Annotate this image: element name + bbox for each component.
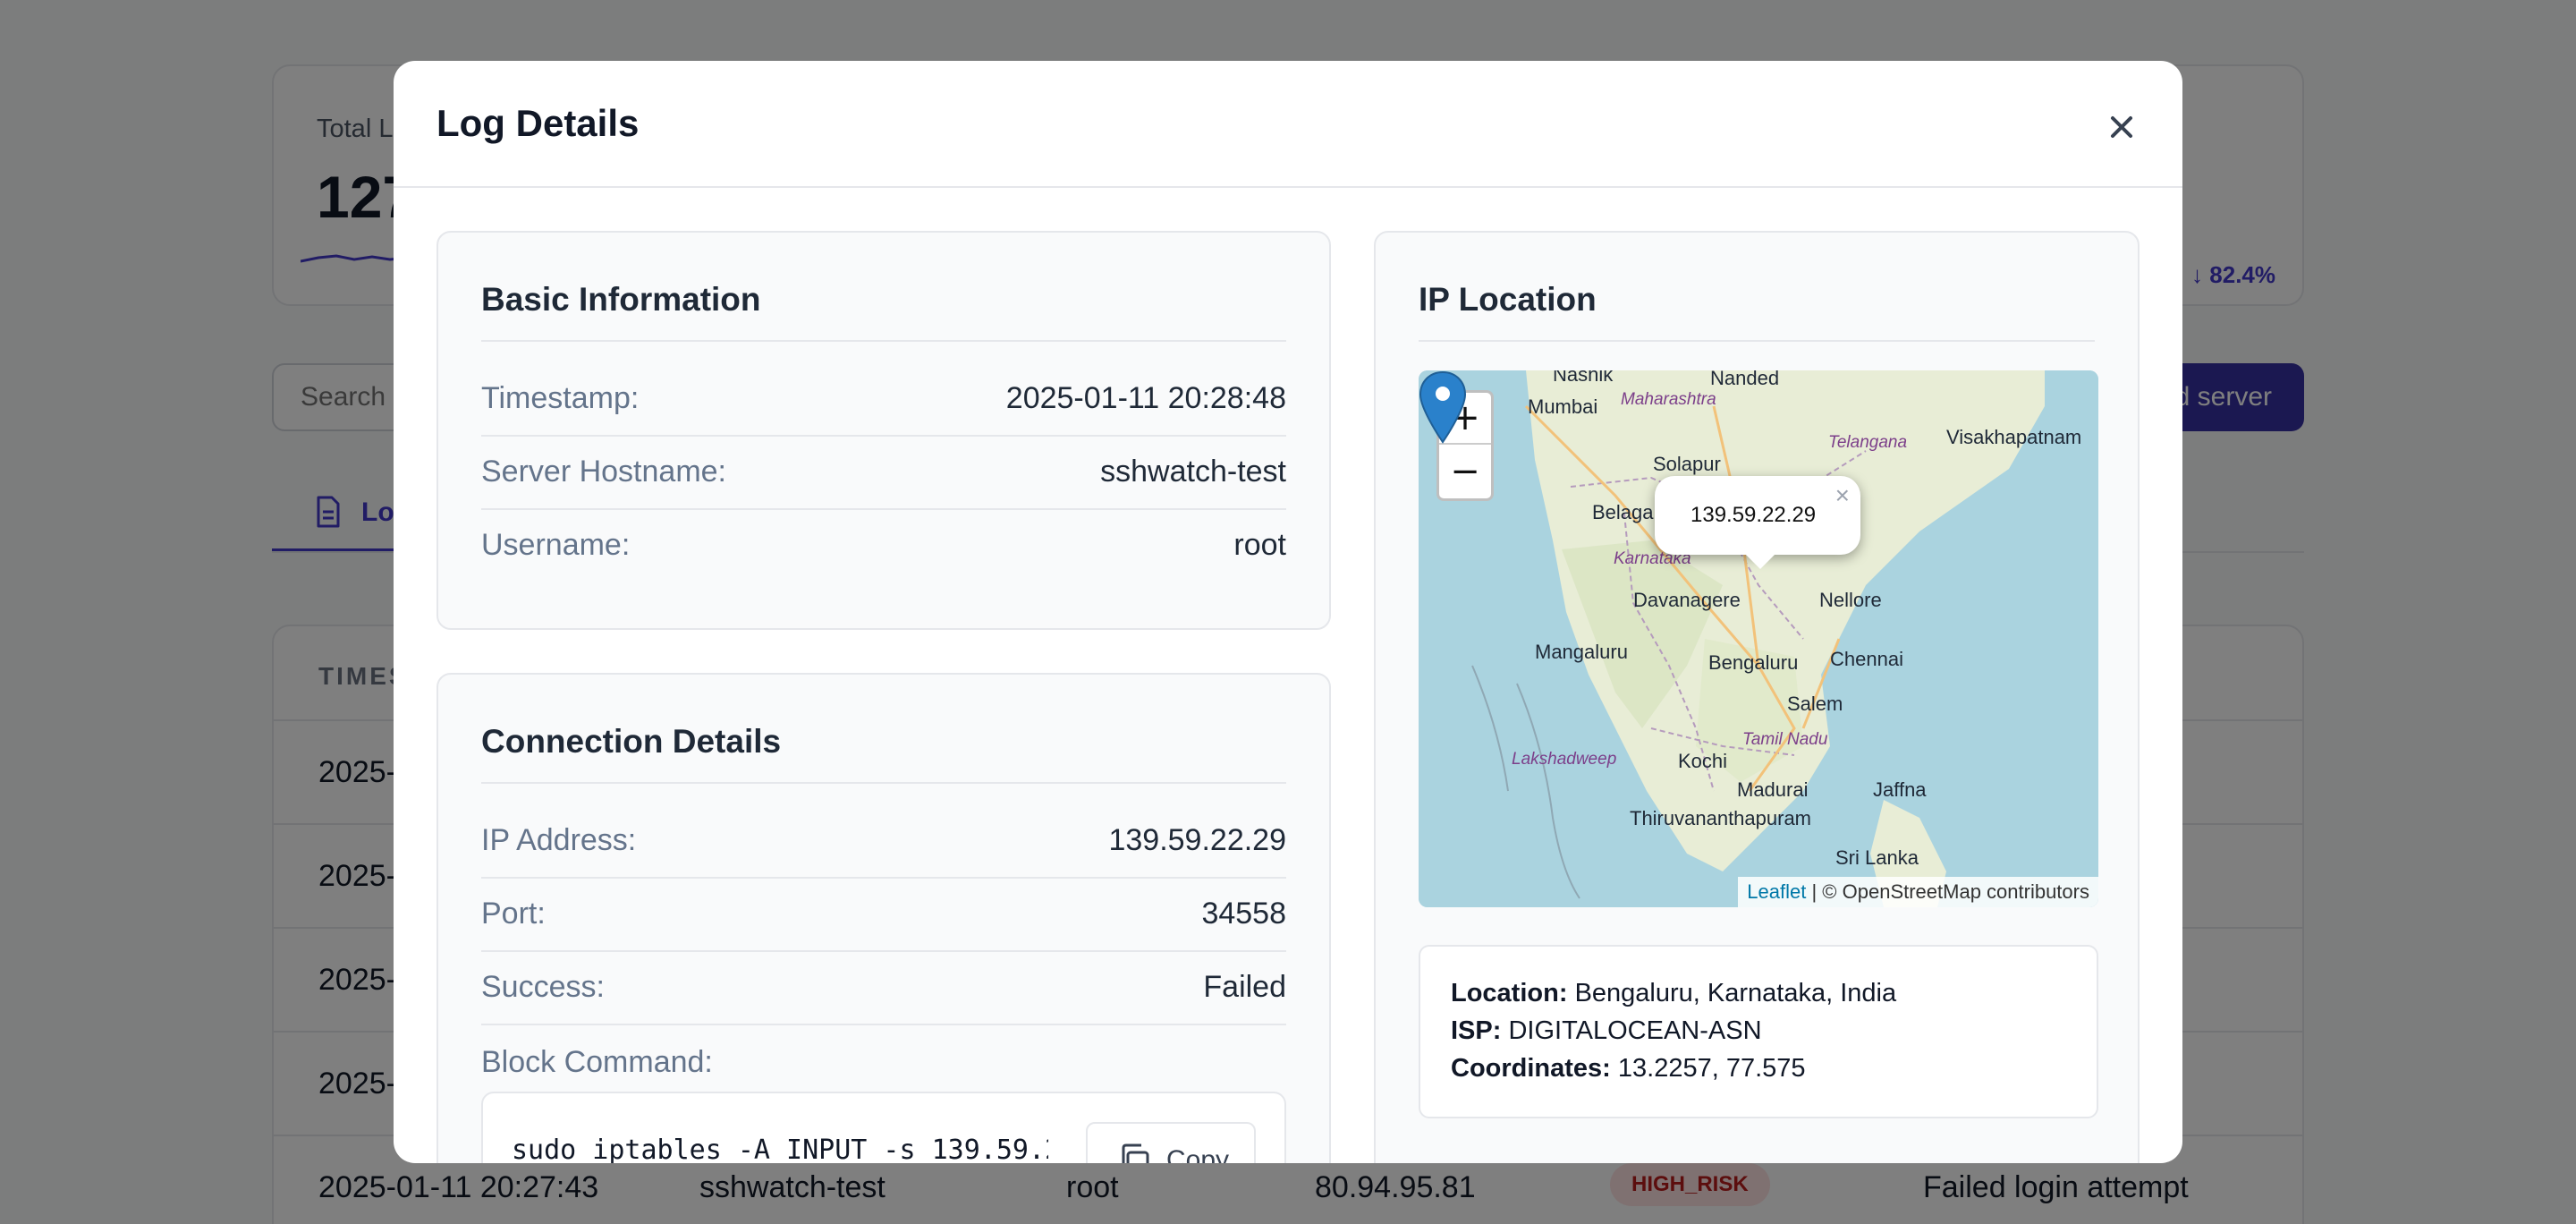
field-label: Port: — [481, 897, 546, 931]
location-line: Location: Bengaluru, Karnataka, India — [1451, 979, 1896, 1008]
attribution-text: | © OpenStreetMap contributors — [1806, 880, 2089, 903]
location-value: Bengaluru, Karnataka, India — [1574, 979, 1897, 1007]
field-label: Timestamp: — [481, 381, 640, 415]
divider — [1419, 340, 2095, 342]
ip-address-field: IP Address: 139.59.22.29 — [481, 805, 1286, 879]
map-label-nellore: Nellore — [1819, 589, 1882, 611]
coordinates-line: Coordinates: 13.2257, 77.575 — [1451, 1054, 1806, 1084]
field-value: root — [1233, 528, 1286, 562]
section-title: IP Location — [1419, 281, 1597, 318]
close-icon[interactable] — [2102, 107, 2141, 147]
map-pin-icon[interactable] — [1419, 370, 1467, 446]
field-label: IP Address: — [481, 823, 637, 857]
coordinates-value: 13.2257, 77.575 — [1617, 1054, 1806, 1083]
field-label: Username: — [481, 528, 631, 562]
success-field: Success: Failed — [481, 952, 1286, 1025]
map-label-belagavi: Belaga — [1592, 501, 1654, 523]
field-value: 139.59.22.29 — [1108, 823, 1286, 857]
block-command-box: sudo iptables -A INPUT -s 139.59.22.29 -… — [481, 1092, 1286, 1163]
field-value: Failed — [1203, 970, 1286, 1004]
block-command-label: Block Command: — [481, 1045, 713, 1079]
map-label-mumbai: Mumbai — [1528, 395, 1598, 418]
block-command-text[interactable]: sudo iptables -A INPUT -s 139.59.22.29 -… — [512, 1135, 1048, 1163]
map-label-davanagere: Davanagere — [1633, 589, 1741, 611]
section-title: Basic Information — [481, 281, 761, 318]
username-field: Username: root — [481, 510, 1286, 583]
isp-line: ISP: DIGITALOCEAN-ASN — [1451, 1016, 1762, 1046]
map-popup: 139.59.22.29 × — [1655, 476, 1860, 569]
divider — [481, 340, 1286, 342]
map-label-mangaluru: Mangaluru — [1535, 641, 1628, 663]
popup-close-button[interactable]: × — [1835, 481, 1850, 510]
field-value: sshwatch-test — [1100, 455, 1286, 489]
field-label: Success: — [481, 970, 605, 1004]
ip-location-section: IP Location Nashik Nanded Mumbai Maharas… — [1374, 231, 2140, 1163]
map-label-salem: Salem — [1787, 693, 1843, 715]
map-label-nanded: Nanded — [1710, 370, 1780, 389]
timestamp-field: Timestamp: 2025-01-11 20:28:48 — [481, 363, 1286, 437]
divider — [481, 782, 1286, 784]
copy-label: Copy — [1166, 1145, 1230, 1163]
popup-ip: 139.59.22.29 — [1690, 503, 1817, 527]
copy-icon — [1122, 1143, 1149, 1163]
map-label-solapur: Solapur — [1653, 453, 1721, 475]
map-label-lakshadweep: Lakshadweep — [1512, 750, 1617, 769]
map-label-top: Nashik — [1553, 370, 1614, 386]
map-label-tamil-nadu: Tamil Nadu — [1742, 730, 1828, 749]
isp-label: ISP: — [1451, 1016, 1502, 1045]
map-label-jaffna: Jaffna — [1873, 778, 1927, 801]
log-details-modal: Log Details Basic Information Timestamp:… — [394, 61, 2182, 1163]
map-label-madurai: Madurai — [1737, 778, 1809, 801]
connection-details-section: Connection Details IP Address: 139.59.22… — [436, 673, 1331, 1163]
location-label: Location: — [1451, 979, 1568, 1007]
coordinates-label: Coordinates: — [1451, 1054, 1611, 1083]
basic-information-section: Basic Information Timestamp: 2025-01-11 … — [436, 231, 1331, 630]
location-map[interactable]: Nashik Nanded Mumbai Maharashtra Telanga… — [1419, 370, 2098, 907]
field-label: Server Hostname: — [481, 455, 726, 489]
port-field: Port: 34558 — [481, 879, 1286, 952]
copy-button[interactable]: Copy — [1086, 1122, 1256, 1163]
modal-title: Log Details — [436, 102, 640, 144]
isp-value: DIGITALOCEAN-ASN — [1508, 1016, 1762, 1045]
section-title: Connection Details — [481, 723, 782, 760]
map-label-chennai: Chennai — [1830, 648, 1903, 670]
map-label-sri-lanka: Sri Lanka — [1835, 846, 1919, 869]
map-attribution: Leaflet | © OpenStreetMap contributors — [1738, 877, 2098, 907]
field-value: 34558 — [1201, 897, 1286, 931]
field-value: 2025-01-11 20:28:48 — [1005, 381, 1286, 415]
location-details-box: Location: Bengaluru, Karnataka, India IS… — [1419, 945, 2098, 1118]
map-label-thiruvananthapuram: Thiruvananthapuram — [1630, 807, 1812, 829]
map-label-kochi: Kochi — [1678, 750, 1728, 772]
zoom-out-button[interactable]: − — [1439, 446, 1491, 498]
modal-header: Log Details — [394, 61, 2182, 188]
map-label-telangana: Telangana — [1828, 433, 1908, 452]
map-label-maharashtra: Maharashtra — [1621, 390, 1716, 409]
map-label-visakhapatnam: Visakhapatnam — [1946, 426, 2082, 448]
leaflet-link[interactable]: Leaflet — [1747, 880, 1806, 903]
map-label-bengaluru: Bengaluru — [1708, 651, 1799, 674]
server-hostname-field: Server Hostname: sshwatch-test — [481, 437, 1286, 510]
